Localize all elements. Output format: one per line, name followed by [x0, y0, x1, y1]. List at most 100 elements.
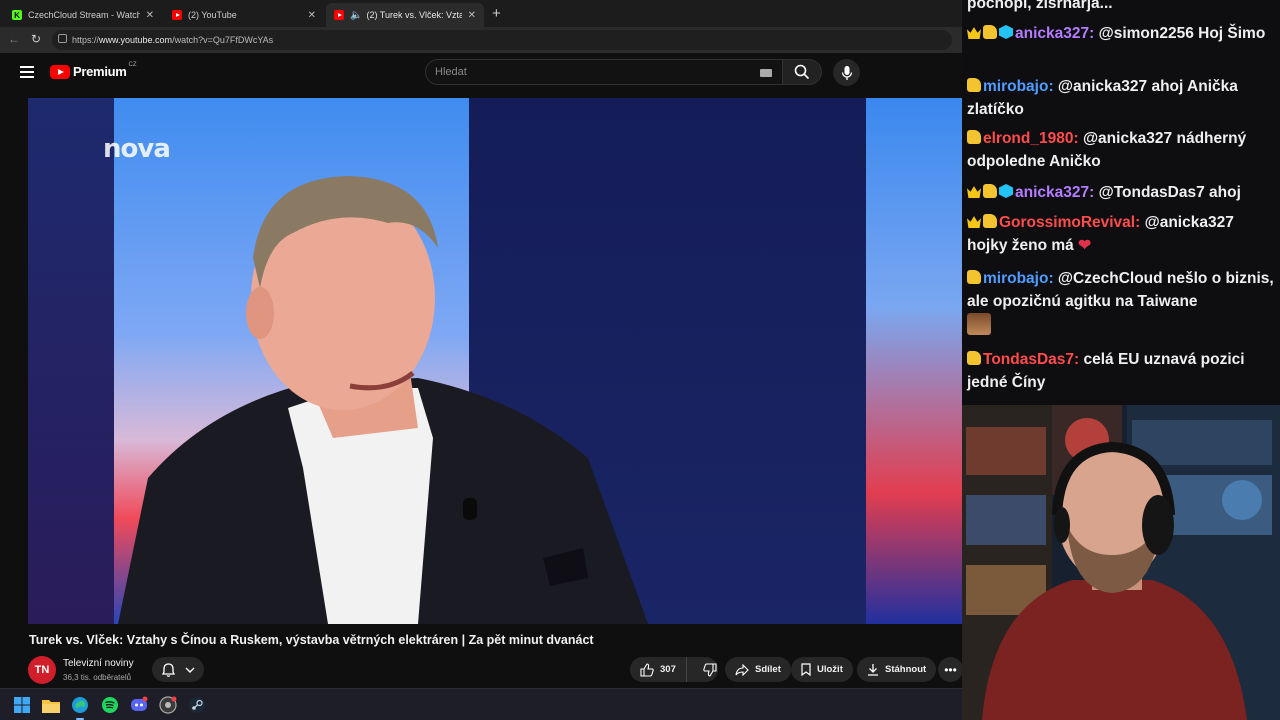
- back-icon[interactable]: ←: [8, 32, 20, 46]
- bookmark-icon: [801, 663, 811, 676]
- speaker-icon[interactable]: 🔈: [350, 10, 362, 21]
- spotify-icon[interactable]: [100, 695, 120, 715]
- youtube-logo[interactable]: Premium CZ: [50, 62, 137, 79]
- close-icon[interactable]: ✕: [146, 10, 154, 21]
- guest-figure: [118, 176, 648, 624]
- site-info-icon[interactable]: [58, 34, 67, 43]
- like-count: 307: [660, 664, 676, 675]
- steam-icon[interactable]: [187, 695, 207, 715]
- notifications-button[interactable]: [152, 657, 204, 682]
- channel-name[interactable]: Televizní noviny: [63, 658, 134, 669]
- emote-icon: [967, 313, 991, 335]
- crown-badge-icon: [967, 27, 981, 39]
- more-actions-button[interactable]: •••: [938, 657, 962, 682]
- tab-title: (2) Turek vs. Vlček: Vztahy s Č: [366, 10, 462, 20]
- save-label: Uložit: [817, 664, 843, 675]
- video-title: Turek vs. Vlček: Vztahy s Čínou a Ruskem…: [29, 633, 594, 647]
- chat-text: pochopí, zisrnarja...: [967, 0, 1113, 12]
- chat-username[interactable]: TondasDas7: [983, 351, 1074, 368]
- kick-icon: K: [12, 10, 22, 20]
- edge-browser-icon[interactable]: [70, 695, 90, 720]
- tab-youtube-home[interactable]: (2) YouTube ✕: [164, 3, 324, 27]
- search-button[interactable]: [782, 59, 822, 85]
- hand-badge-icon: [967, 130, 981, 144]
- youtube-icon: [172, 10, 182, 20]
- search-placeholder: Hledat: [435, 66, 467, 78]
- file-explorer-icon[interactable]: [41, 695, 61, 715]
- tab-title: (2) YouTube: [188, 10, 237, 20]
- thumbs-up-icon: [640, 662, 654, 677]
- chrome-icon[interactable]: [158, 695, 178, 715]
- crown-badge-icon: [967, 186, 981, 198]
- cube-badge-icon: [999, 25, 1013, 39]
- microphone-icon: [841, 65, 852, 80]
- chat-message: TondasDas7: celá EU uznavá pozici jedné …: [967, 351, 1245, 391]
- chat-message: anicka327: @TondasDas7 ahoj: [967, 181, 1275, 204]
- chat-message: pochopí, zisrnarja...: [967, 0, 1275, 15]
- chat-username[interactable]: mirobajo: [983, 270, 1048, 287]
- video-player[interactable]: nova: [28, 98, 962, 624]
- hand-badge-icon: [983, 184, 997, 198]
- cube-badge-icon: [999, 184, 1013, 198]
- windows-taskbar: [0, 688, 962, 720]
- voice-search-button[interactable]: [833, 59, 860, 86]
- webcam-scene: [962, 405, 1280, 720]
- youtube-icon: [334, 10, 344, 20]
- windows-start-icon[interactable]: [12, 695, 32, 715]
- download-button[interactable]: Stáhnout: [857, 657, 937, 682]
- hand-badge-icon: [967, 351, 981, 365]
- crown-badge-icon: [967, 216, 981, 228]
- chat-username[interactable]: GorossimoRevival: [999, 214, 1135, 231]
- hand-badge-icon: [967, 270, 981, 284]
- chat-username[interactable]: anicka327: [1015, 184, 1089, 201]
- brand-text: Premium: [73, 64, 127, 79]
- download-icon: [868, 664, 878, 676]
- youtube-play-icon: [50, 64, 70, 79]
- subscriber-count: 36,3 tis. odběratelů: [63, 673, 132, 682]
- chevron-down-icon: [185, 667, 194, 673]
- download-label: Stáhnout: [885, 664, 927, 675]
- chat-text: @TondasDas7 ahoj: [1098, 184, 1241, 201]
- more-icon: •••: [944, 662, 957, 677]
- share-icon: [735, 663, 749, 676]
- reload-icon[interactable]: ↻: [31, 32, 41, 46]
- chat-message: elrond_1980: @anicka327 nádherný odpoled…: [967, 130, 1247, 170]
- bell-icon: [161, 662, 175, 677]
- chat-username[interactable]: mirobajo: [983, 78, 1048, 95]
- search-input[interactable]: Hledat: [425, 59, 783, 85]
- url-path: /watch?v=Qu7FfDWcYAs: [172, 35, 274, 45]
- studio-screen: [866, 98, 962, 624]
- tab-title: CzechCloud Stream - Watch Live o: [28, 10, 140, 20]
- chat-text: @simon2256 Hoj Šimo: [1098, 25, 1266, 42]
- dislike-button[interactable]: [693, 657, 717, 682]
- chat-message: GorossimoRevival: @anicka327 hojky ženo …: [967, 214, 1234, 254]
- chat-username[interactable]: elrond_1980: [983, 130, 1073, 147]
- stream-chat: pochopí, zisrnarja... anicka327: @simon2…: [962, 0, 1280, 405]
- keyboard-icon[interactable]: [760, 69, 772, 77]
- like-dislike-group: 307: [630, 657, 718, 682]
- address-input[interactable]: https://www.youtube.com/watch?v=Qu7FfDWc…: [52, 30, 952, 50]
- save-button[interactable]: Uložit: [791, 657, 853, 682]
- channel-avatar[interactable]: TN: [28, 656, 56, 684]
- chat-username[interactable]: anicka327: [1015, 25, 1089, 42]
- close-icon[interactable]: ✕: [308, 10, 316, 21]
- browser-window: K CzechCloud Stream - Watch Live o ✕ (2)…: [0, 0, 962, 688]
- address-bar-row: ← ↻ https://www.youtube.com/watch?v=Qu7F…: [0, 27, 962, 53]
- discord-icon[interactable]: [129, 695, 149, 715]
- url-host: www.youtube.com: [99, 35, 173, 45]
- youtube-header: Premium CZ Hledat: [0, 53, 962, 93]
- share-label: Sdílet: [755, 664, 781, 675]
- hand-badge-icon: [983, 214, 997, 228]
- video-actions-row: TN Televizní noviny 36,3 tis. odběratelů…: [28, 656, 962, 686]
- search-icon: [794, 64, 810, 80]
- close-icon[interactable]: ✕: [468, 10, 476, 21]
- share-button[interactable]: Sdílet: [725, 657, 791, 682]
- like-button[interactable]: 307: [630, 657, 687, 682]
- hand-badge-icon: [983, 25, 997, 39]
- hand-badge-icon: [967, 78, 981, 92]
- chat-message: mirobajo: @CzechCloud nešlo o biznis, al…: [967, 267, 1275, 338]
- tab-video[interactable]: 🔈 (2) Turek vs. Vlček: Vztahy s Č ✕: [326, 3, 484, 27]
- tab-czechcloud[interactable]: K CzechCloud Stream - Watch Live o ✕: [4, 3, 162, 27]
- new-tab-icon[interactable]: +: [492, 5, 501, 22]
- hamburger-menu-icon[interactable]: [20, 66, 34, 78]
